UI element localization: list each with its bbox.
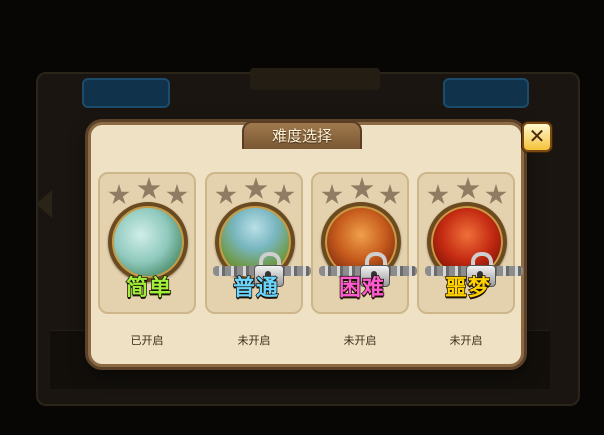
status-label-hard: 未开启 <box>343 334 377 347</box>
status-label-normal: 未开启 <box>237 334 271 347</box>
star-icon <box>137 177 161 199</box>
background-left-arrow-icon <box>36 190 52 218</box>
difficulty-card-hard[interactable]: 困难 <box>311 172 417 314</box>
star-icon <box>273 184 295 205</box>
dialog-title: 难度选择 <box>242 121 362 149</box>
close-x-icon: ✕ <box>528 124 546 148</box>
star-icon <box>321 184 343 205</box>
status-label-nightmare: 未开启 <box>449 334 483 347</box>
background-button-left <box>82 78 170 108</box>
star-icon <box>108 184 130 205</box>
star-icon <box>166 184 188 205</box>
star-icon <box>215 184 237 205</box>
difficulty-label-easy: 简单 <box>125 275 172 302</box>
difficulty-label-nightmare: 噩梦 <box>444 275 491 302</box>
background-button-right <box>443 78 529 108</box>
star-icon <box>379 184 401 205</box>
difficulty-card-normal[interactable]: 普通 <box>205 172 311 314</box>
close-button[interactable]: ✕ <box>522 122 552 152</box>
status-label-easy: 已开启 <box>130 334 164 347</box>
star-icon <box>350 177 374 199</box>
star-icon <box>427 184 449 205</box>
difficulty-card-easy[interactable]: 简单 <box>98 172 196 314</box>
background-title-bar <box>250 68 380 90</box>
difficulty-label-hard: 困难 <box>338 275 385 302</box>
difficulty-label-normal: 普通 <box>232 275 279 302</box>
star-icon <box>244 177 268 199</box>
star-icon <box>456 177 480 199</box>
star-icon <box>485 184 507 205</box>
difficulty-card-nightmare[interactable]: 噩梦 <box>417 172 523 314</box>
